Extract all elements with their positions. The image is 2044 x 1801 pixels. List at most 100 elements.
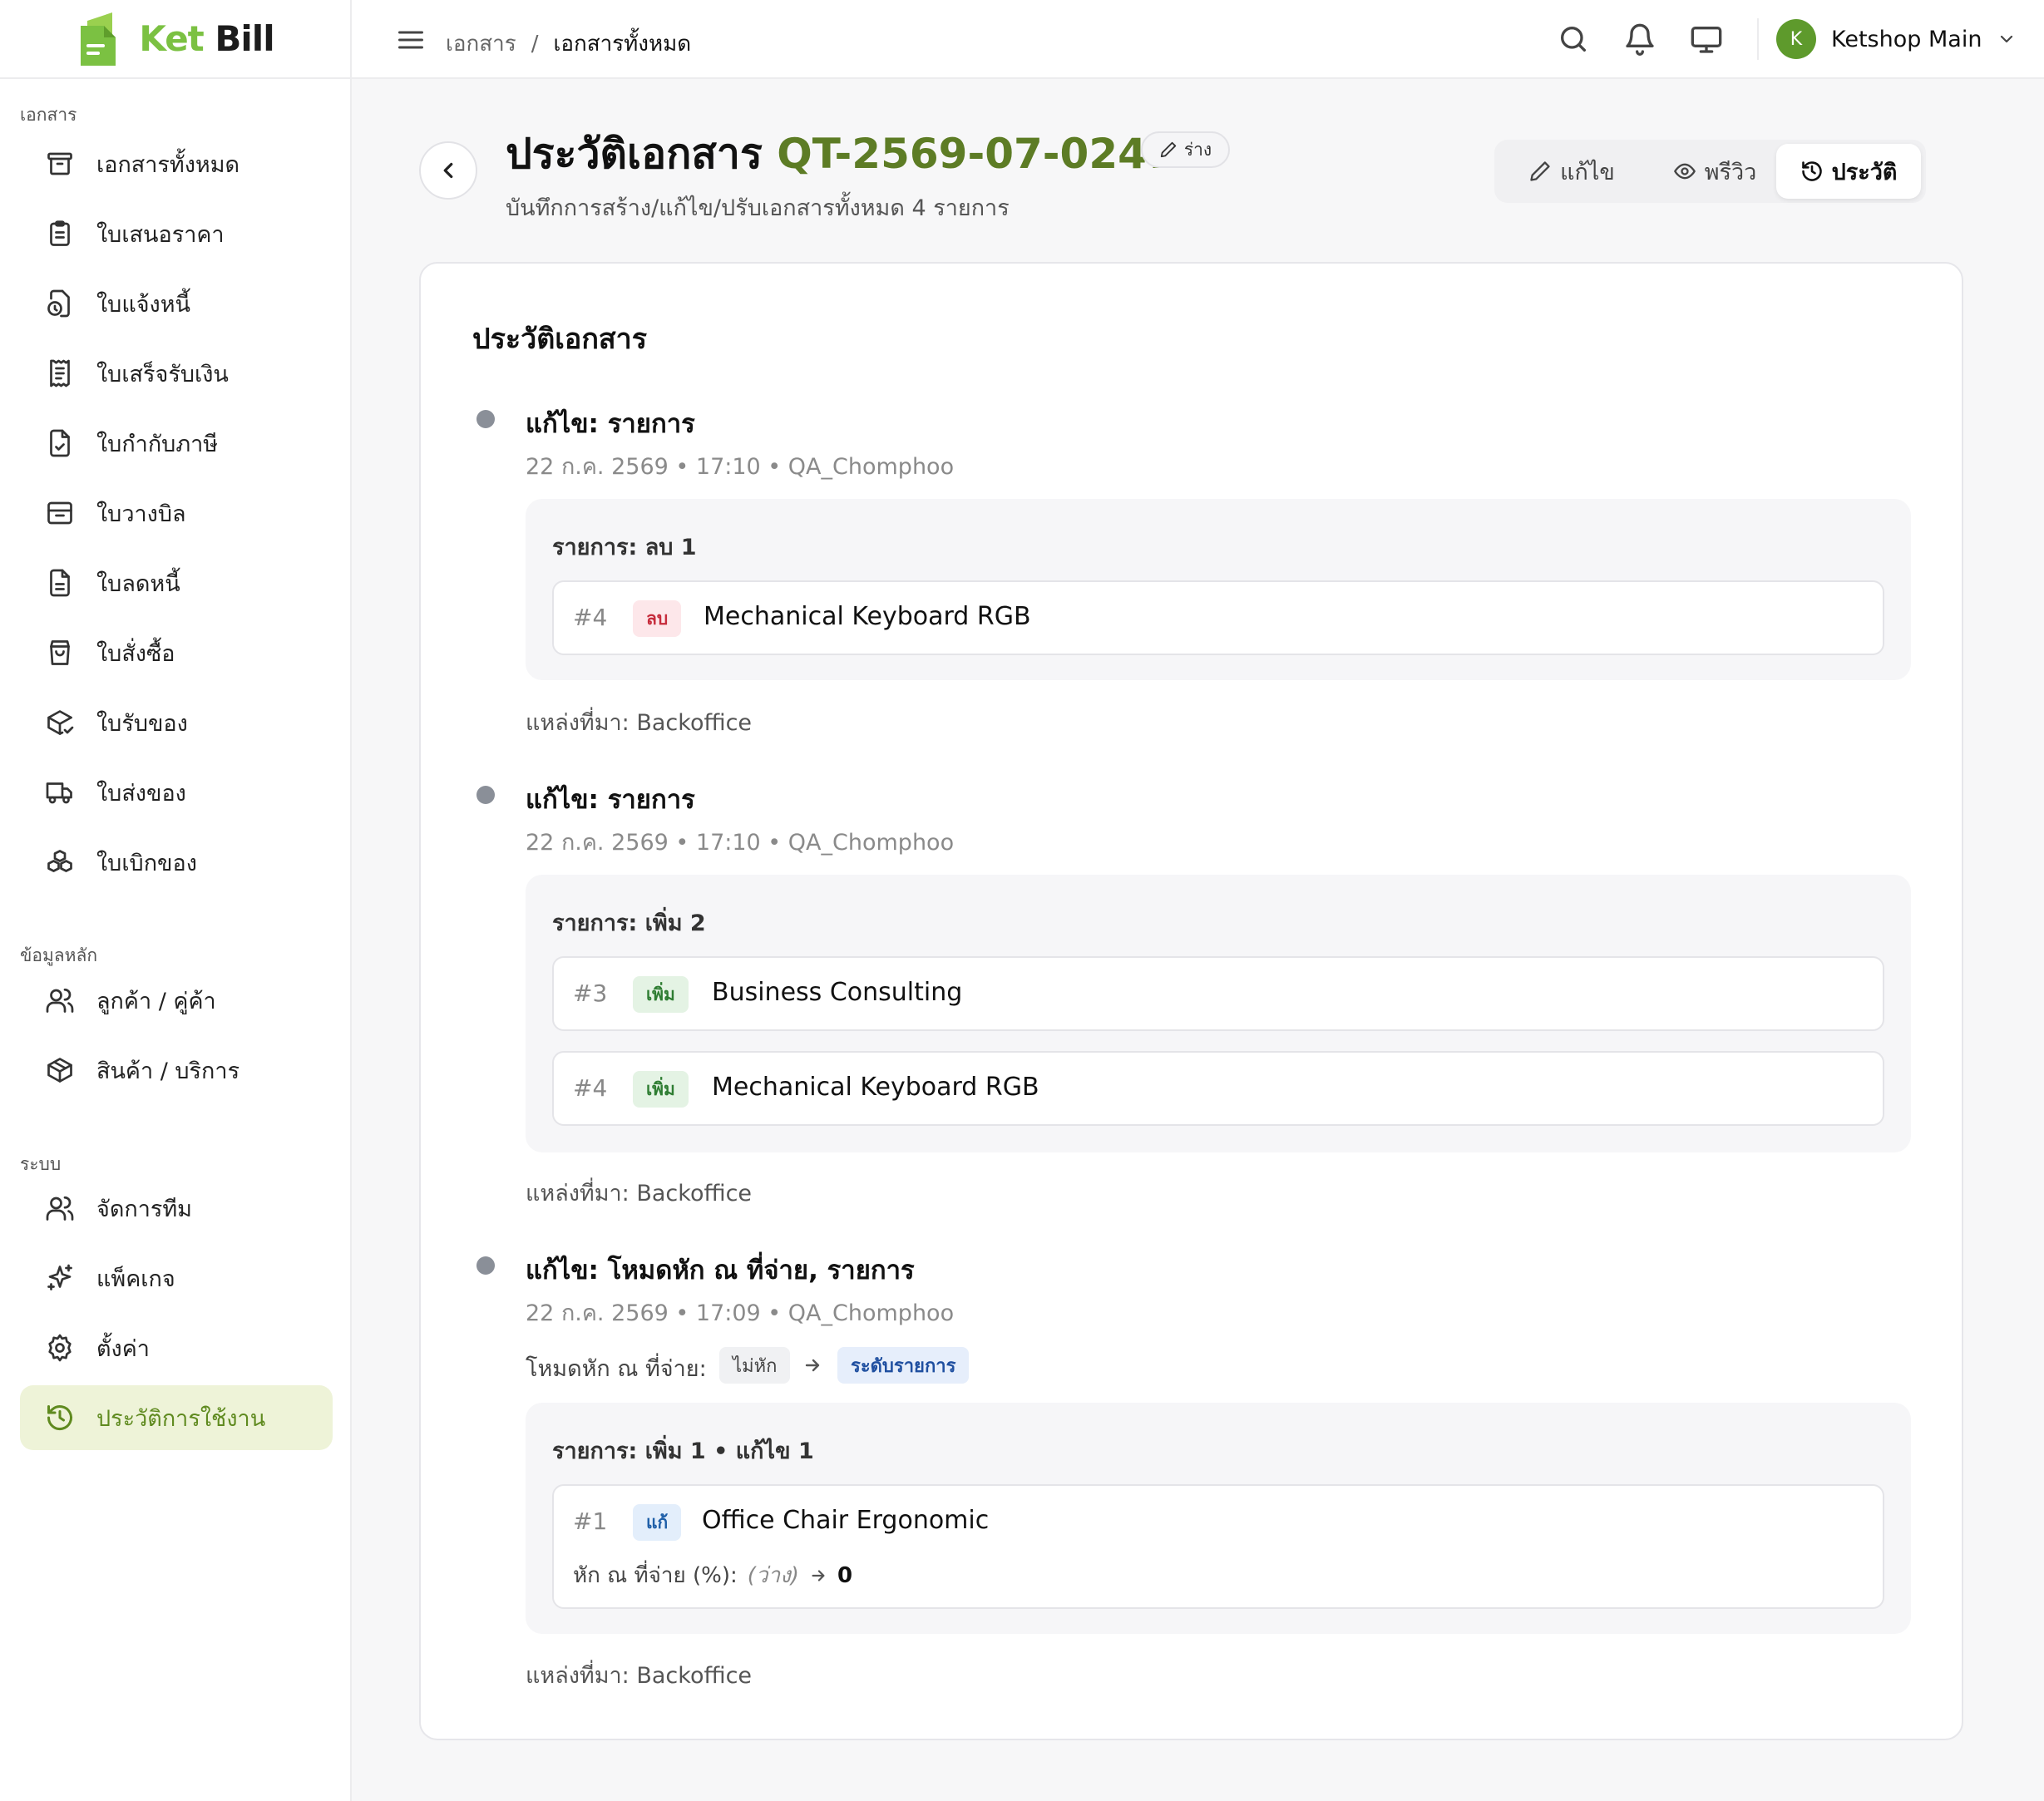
event-meta: 22 ก.ค. 2569 • 17:09 • QA_Chomphoo	[526, 1300, 955, 1326]
sidebar-item-usage-history[interactable]: ประวัติการใช้งาน	[20, 1385, 333, 1450]
item-name: Mechanical Keyboard RGB	[704, 602, 1031, 631]
sidebar-item-goods-receipt[interactable]: ใบรับของ	[20, 690, 333, 755]
sidebar-item-purchase-order[interactable]: ใบสั่งซื้อ	[20, 620, 333, 685]
event-title: แก้ไข: รายการ	[526, 785, 695, 815]
change-tag: เพิ่ม	[633, 976, 689, 1013]
change-box-title: รายการ: เพิ่ม 1 • แก้ไข 1	[552, 1438, 814, 1464]
list-item: #4 ลบ Mechanical Keyboard RGB	[552, 580, 1884, 655]
field-change-label: โหมดหัก ณ ที่จ่าย:	[526, 1356, 707, 1382]
sidebar-item-label: ใบสั่งซื้อ	[96, 640, 175, 667]
arrow-right-icon	[805, 1359, 820, 1372]
timeline-dot	[476, 786, 495, 804]
top-bar: เอกสาร / เอกสารทั้งหมด K Ketshop Main	[352, 0, 2044, 79]
gear-icon	[48, 1334, 72, 1362]
search-icon[interactable]	[1557, 22, 1590, 56]
item-name: Mechanical Keyboard RGB	[712, 1073, 1039, 1102]
boxes-icon	[47, 850, 72, 872]
list-item: #4 เพิ่ม Mechanical Keyboard RGB	[552, 1051, 1884, 1126]
page-title-prefix: ประวัติเอกสาร	[506, 130, 763, 178]
sidebar-item-tax-invoice[interactable]: ใบกำกับภาษี	[20, 411, 333, 476]
sidebar-item-team[interactable]: จัดการทีม	[20, 1176, 333, 1241]
sidebar-item-label: จัดการทีม	[96, 1196, 192, 1222]
timeline-dot	[476, 1256, 495, 1275]
sidebar-item-label: ใบกำกับภาษี	[96, 431, 219, 457]
sidebar-item-label: ใบส่งของ	[96, 780, 186, 807]
item-number: #3	[573, 979, 608, 1007]
sidebar-item-products[interactable]: สินค้า / บริการ	[20, 1038, 333, 1103]
pencil-icon	[1530, 161, 1550, 181]
ketbill-logo-icon	[81, 12, 116, 66]
sidebar-item-invoice[interactable]: ใบแจ้งหนี้	[20, 271, 333, 336]
sidebar-item-label: สินค้า / บริการ	[96, 1058, 240, 1084]
breadcrumb: เอกสาร / เอกสารทั้งหมด	[446, 27, 691, 61]
sparkles-icon	[47, 1264, 72, 1290]
item-number: #4	[573, 604, 608, 631]
sidebar-item-billing-note[interactable]: ใบวางบิล	[20, 481, 333, 545]
chevron-down-icon	[2001, 35, 2013, 43]
sidebar-item-customers[interactable]: ลูกค้า / คู่ค้า	[20, 968, 333, 1033]
change-box-title: รายการ: เพิ่ม 2	[552, 910, 706, 936]
sidebar-item-label: ใบวางบิล	[96, 501, 186, 527]
archive-icon	[47, 152, 72, 175]
truck-icon	[46, 782, 72, 804]
sidebar-item-delivery-note[interactable]: ใบส่งของ	[20, 760, 333, 825]
menu-icon[interactable]	[396, 25, 426, 55]
change-box-title: รายการ: ลบ 1	[552, 535, 697, 560]
users-icon	[46, 988, 74, 1013]
monitor-icon[interactable]	[1690, 22, 1723, 56]
clipboard-icon	[50, 220, 70, 246]
workspace-switcher[interactable]: K Ketshop Main	[1776, 19, 2017, 59]
sidebar-section-documents: เอกสาร	[20, 105, 77, 125]
sidebar-item-requisition[interactable]: ใบเบิกของ	[20, 830, 333, 895]
arrow-right-icon	[812, 1569, 825, 1581]
tab-label: ประวัติ	[1831, 159, 1898, 185]
status-label: ร่าง	[1183, 139, 1212, 160]
event-source: แหล่งที่มา: Backoffice	[526, 1181, 753, 1206]
event-title: แก้ไข: โหมดหัก ณ ที่จ่าย, รายการ	[526, 1256, 915, 1285]
change-tag: ลบ	[633, 600, 682, 637]
sidebar-item-all-documents[interactable]: เอกสารทั้งหมด	[20, 131, 333, 196]
tab-preview[interactable]: พรีวิว	[1644, 144, 1785, 199]
change-tag: เพิ่ม	[633, 1071, 689, 1108]
sidebar-item-label: ประวัติการใช้งาน	[96, 1405, 266, 1432]
eye-icon	[1673, 163, 1696, 180]
logo-text: Ket Bill	[139, 18, 274, 59]
tab-history[interactable]: ประวัติ	[1776, 144, 1921, 199]
inbox-icon	[47, 501, 72, 525]
sidebar-item-package[interactable]: แพ็คเกจ	[20, 1246, 333, 1310]
sidebar-section-system: ระบบ	[20, 1154, 62, 1174]
breadcrumb-current: เอกสารทั้งหมด	[553, 32, 692, 57]
chevron-left-icon	[443, 162, 453, 179]
view-tabs: แก้ไข พรีวิว ประวัติ	[1494, 140, 1926, 203]
logo[interactable]: Ket Bill	[0, 0, 350, 79]
sidebar-item-label: ใบเสร็จรับเงิน	[96, 361, 229, 387]
breadcrumb-root[interactable]: เอกสาร	[446, 27, 516, 61]
list-item: #3 เพิ่ม Business Consulting	[552, 956, 1884, 1031]
receipt-icon	[50, 359, 70, 387]
sidebar-item-label: ใบแจ้งหนี้	[96, 291, 190, 318]
sidebar-item-quotation[interactable]: ใบเสนอราคา	[20, 201, 333, 266]
sidebar-item-label: ใบเบิกของ	[96, 850, 197, 876]
package-icon	[47, 1058, 72, 1083]
shopping-bag-icon	[50, 640, 70, 665]
sidebar-item-settings[interactable]: ตั้งค่า	[20, 1315, 333, 1380]
field-old-value: ไม่หัก	[719, 1347, 791, 1384]
tab-edit[interactable]: แก้ไข	[1511, 144, 1632, 199]
back-button[interactable]	[419, 141, 477, 200]
detail-old-value: (ว่าง)	[747, 1563, 799, 1588]
tab-label: แก้ไข	[1560, 159, 1615, 185]
item-name: Office Chair Ergonomic	[702, 1506, 990, 1535]
timeline-dot	[476, 410, 495, 428]
bell-icon[interactable]	[1623, 22, 1656, 56]
file-clock-icon	[47, 289, 70, 318]
sidebar-item-credit-note[interactable]: ใบลดหนี้	[20, 550, 333, 615]
detail-label: หัก ณ ที่จ่าย (%):	[573, 1563, 738, 1588]
history-card-title: ประวัติเอกสาร	[472, 323, 648, 356]
sidebar-item-receipt[interactable]: ใบเสร็จรับเงิน	[20, 341, 333, 406]
item-detail: หัก ณ ที่จ่าย (%): (ว่าง) 0	[573, 1558, 852, 1592]
sidebar-section-master-data: ข้อมูลหลัก	[20, 945, 98, 965]
breadcrumb-separator: /	[531, 31, 539, 57]
sidebar-item-label: เอกสารทั้งหมด	[96, 151, 240, 178]
history-icon	[1801, 161, 1822, 181]
pencil-icon	[1160, 141, 1176, 158]
